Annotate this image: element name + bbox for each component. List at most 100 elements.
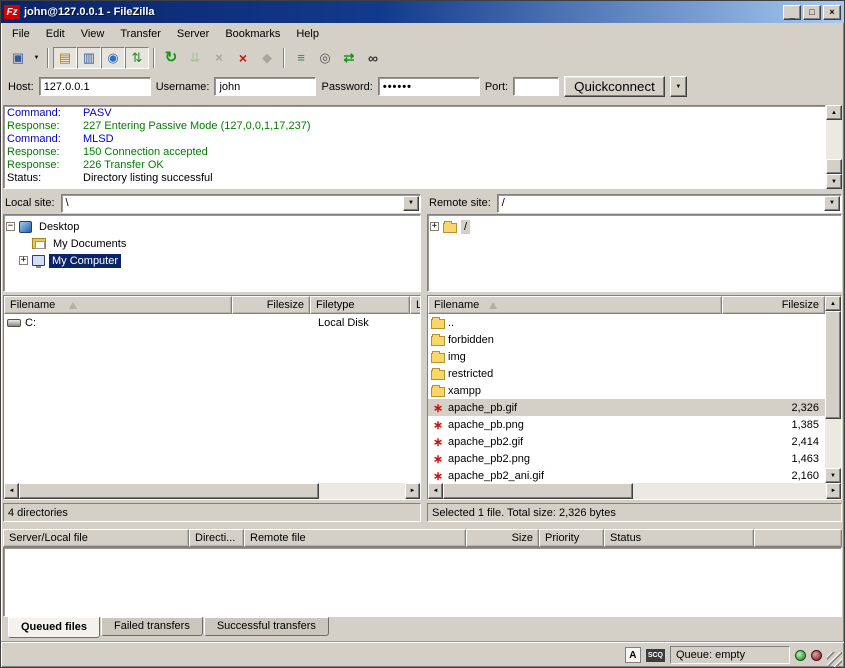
process-queue-button[interactable]: ⇊ [183,47,207,69]
collapse-expander[interactable]: − [6,222,15,231]
remote-vscrollbar[interactable] [825,296,841,483]
tree-item-my-computer[interactable]: + My Computer [19,252,418,269]
remote-site-combo[interactable]: / [497,194,842,213]
table-row[interactable]: forbidden [428,331,825,348]
tree-item-root[interactable]: + / [430,218,839,235]
expand-expander[interactable]: + [430,222,439,231]
resize-grip[interactable] [827,652,842,667]
local-tree[interactable]: − Desktop My Documents + My Computer [3,214,421,292]
find-files-button[interactable]: ∞ [361,47,385,69]
ascii-datatype-icon[interactable]: A [625,647,641,663]
menu-bookmarks[interactable]: Bookmarks [217,26,288,42]
speed-limits-icon[interactable]: SCQ [646,649,665,662]
tab-failed-transfers[interactable]: Failed transfers [101,617,203,636]
column-filetype[interactable]: Filetype [310,296,410,314]
local-site-combo[interactable]: \ [61,194,421,213]
site-manager-dropdown[interactable]: ▼ [30,47,43,69]
scroll-down-button[interactable] [826,174,842,189]
menu-server[interactable]: Server [169,26,217,42]
table-row-selected[interactable]: ∗apache_pb.gif2,326 [428,399,825,416]
remote-hscrollbar[interactable] [428,483,841,499]
disconnect-button[interactable]: × [231,47,255,69]
column-size[interactable]: Size [466,529,539,547]
tree-label[interactable]: Desktop [36,220,82,234]
local-list-body[interactable]: C: Local Disk [4,314,420,483]
site-manager-button[interactable]: ▣ [6,47,30,69]
title-bar[interactable]: Fz john@127.0.0.1 - FileZilla _ □ × [1,1,844,23]
synchronized-browsing-button[interactable]: ⇄ [337,47,361,69]
queue-list[interactable] [3,547,842,617]
tree-label[interactable]: My Documents [50,237,129,251]
maximize-button[interactable]: □ [803,5,821,20]
toggle-log-button[interactable]: ▤ [53,47,77,69]
directory-comparison-button[interactable]: ◎ [313,47,337,69]
local-site-dropdown[interactable] [403,196,419,211]
host-input[interactable] [39,77,151,96]
table-row[interactable]: ∗apache_pb2_ani.gif2,160 [428,467,825,483]
tree-item-desktop[interactable]: − Desktop [6,218,418,235]
scroll-thumb[interactable] [443,483,633,499]
table-row[interactable]: restricted [428,365,825,382]
column-filename[interactable]: Filename [428,296,722,314]
table-row[interactable]: img [428,348,825,365]
column-server-local-file[interactable]: Server/Local file [3,529,189,547]
table-row[interactable]: ∗apache_pb.png1,385 [428,416,825,433]
cancel-operation-button[interactable]: ◆ [255,47,279,69]
menu-view[interactable]: View [73,26,113,42]
scroll-left-button[interactable] [428,483,443,499]
close-button[interactable]: × [823,5,841,20]
filter-button[interactable]: ≡ [289,47,313,69]
cancel-button[interactable]: × [207,47,231,69]
minimize-button[interactable]: _ [783,5,801,20]
menu-edit[interactable]: Edit [38,26,73,42]
toggle-local-tree-button[interactable]: ▥ [77,47,101,69]
quickconnect-dropdown[interactable] [670,76,687,97]
remote-site-dropdown[interactable] [824,196,840,211]
column-filesize[interactable]: Filesize [232,296,310,314]
toggle-queue-button[interactable]: ⇅ [125,47,149,69]
column-filesize[interactable]: Filesize [722,296,825,314]
table-row[interactable]: ∗apache_pb2.gif2,414 [428,433,825,450]
message-log-text[interactable]: Command:PASV Response:227 Entering Passi… [3,105,826,189]
table-row[interactable]: xampp [428,382,825,399]
table-row[interactable]: ∗apache_pb2.png1,463 [428,450,825,467]
minimize-icon: _ [789,11,794,20]
column-filename[interactable]: Filename [4,296,232,314]
port-input[interactable] [513,77,559,96]
queue-status-field: Queue: empty [670,646,790,664]
tree-label[interactable]: / [461,220,470,234]
table-row[interactable]: C: Local Disk [4,314,420,331]
scroll-thumb[interactable] [826,159,842,174]
tree-item-my-documents[interactable]: My Documents [32,235,418,252]
tree-label-selected[interactable]: My Computer [49,254,121,268]
menu-help[interactable]: Help [288,26,327,42]
scroll-up-button[interactable] [825,296,841,311]
tab-successful-transfers[interactable]: Successful transfers [204,617,329,636]
column-direction[interactable]: Directi... [189,529,244,547]
menu-file[interactable]: File [4,26,38,42]
table-row[interactable]: .. [428,314,825,331]
log-scrollbar[interactable] [826,105,842,189]
column-priority[interactable]: Priority [539,529,604,547]
username-input[interactable] [214,77,316,96]
scroll-down-button[interactable] [825,468,841,483]
file-name: xampp [448,385,481,397]
scroll-left-button[interactable] [4,483,19,499]
tab-queued-files[interactable]: Queued files [8,617,100,638]
quickconnect-button[interactable]: Quickconnect [564,76,665,97]
scroll-right-button[interactable] [405,483,420,499]
scroll-thumb[interactable] [19,483,319,499]
expand-expander[interactable]: + [19,256,28,265]
remote-tree[interactable]: + / [427,214,842,292]
column-truncated[interactable]: L [410,296,421,314]
local-hscrollbar[interactable] [4,483,420,499]
scroll-thumb[interactable] [825,311,841,419]
toggle-remote-tree-button[interactable]: ◉ [101,47,125,69]
scroll-up-button[interactable] [826,105,842,120]
column-remote-file[interactable]: Remote file [244,529,466,547]
password-input[interactable] [378,77,480,96]
menu-transfer[interactable]: Transfer [112,26,169,42]
refresh-button[interactable]: ↻ [159,47,183,69]
column-status[interactable]: Status [604,529,754,547]
scroll-right-button[interactable] [826,483,841,499]
